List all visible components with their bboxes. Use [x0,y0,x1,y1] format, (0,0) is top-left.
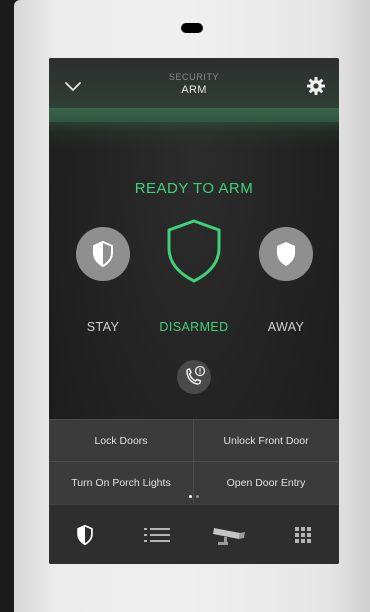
page-dot[interactable] [196,495,199,498]
disarmed-shield-icon[interactable] [165,218,223,284]
list-icon [144,528,170,542]
status-glow [49,108,339,148]
lock-doors-button[interactable]: Lock Doors [49,419,194,461]
quick-actions: Lock Doors Unlock Front Door Turn On Por… [49,419,339,504]
open-door-entry-button[interactable]: Open Door Entry [194,461,338,503]
nav-apps[interactable] [267,505,339,564]
nav-list[interactable] [121,505,193,564]
stay-label: STAY [86,320,120,334]
away-button[interactable] [259,227,313,281]
bottom-nav [49,504,339,564]
security-screen: SECURITY ARM READY TO ARM STAY DISARMED [49,58,339,564]
arm-status: READY TO ARM [134,180,254,197]
nav-security[interactable] [49,505,121,564]
full-shield-icon [277,242,295,266]
header-subtitle: ARM [181,84,207,96]
away-label: AWAY [267,320,305,334]
half-shield-icon [93,241,113,267]
disarmed-label: DISARMED [159,320,229,334]
phone-alert-icon [186,365,206,385]
turn-on-porch-lights-button[interactable]: Turn On Porch Lights [49,461,194,503]
camera-sensor [181,23,203,33]
page-indicator[interactable] [187,495,201,499]
page-dot-active[interactable] [189,495,192,498]
unlock-front-door-button[interactable]: Unlock Front Door [194,419,338,461]
stay-button[interactable] [76,227,130,281]
shield-icon [77,525,93,545]
nav-cameras[interactable] [193,505,265,564]
camera-icon [213,528,245,545]
emergency-call-button[interactable] [177,360,211,394]
gear-icon[interactable] [306,76,326,96]
header-title: SECURITY [168,72,220,82]
grid-icon [295,527,311,543]
